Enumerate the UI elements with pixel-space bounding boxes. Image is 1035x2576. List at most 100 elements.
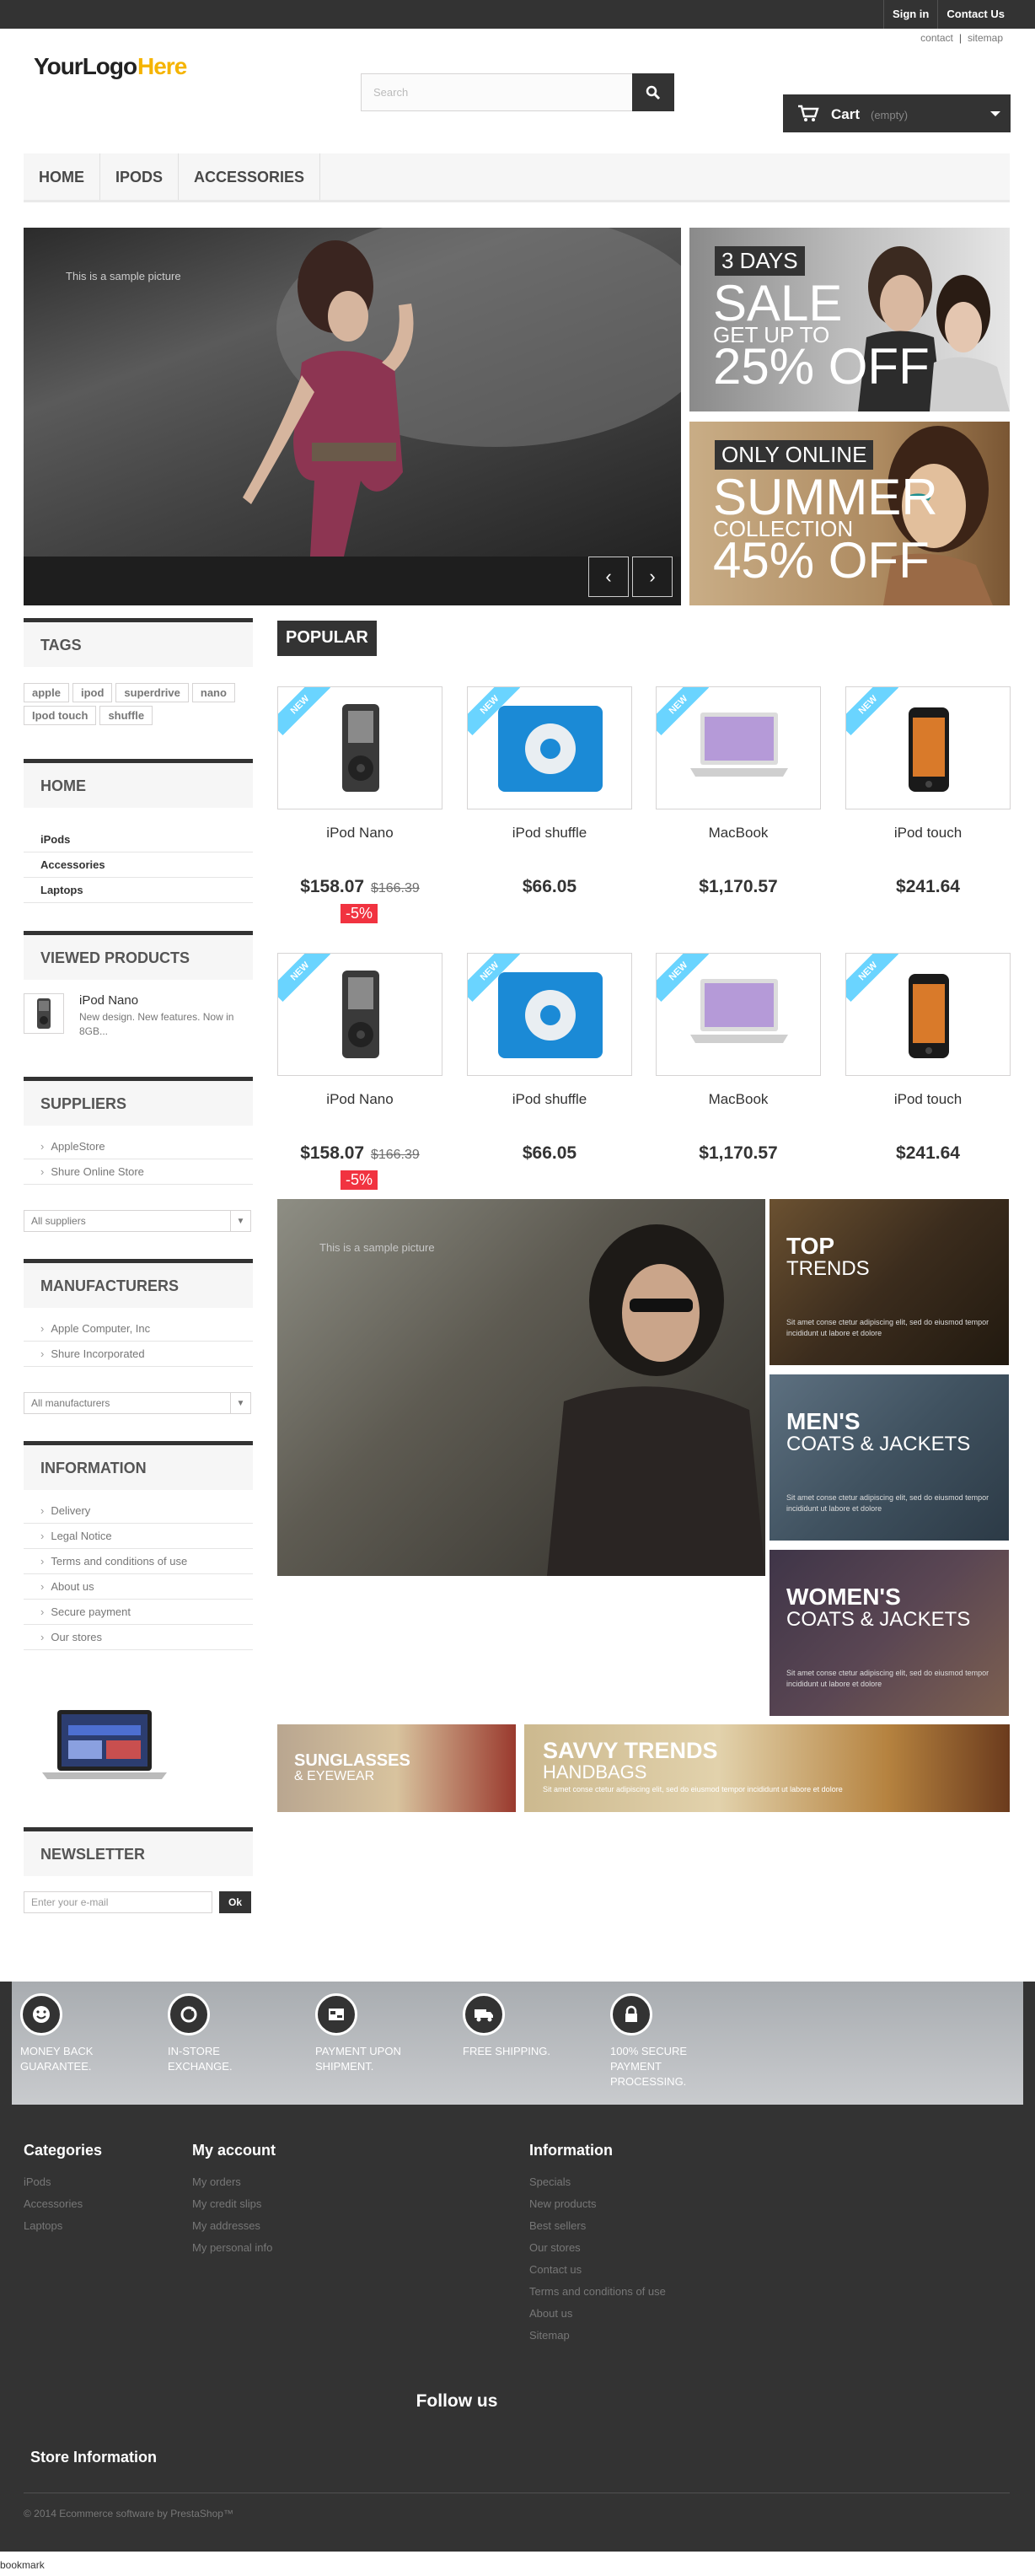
footer-link[interactable]: My addresses [192,2215,361,2237]
tab-popular[interactable]: POPULAR [277,621,377,656]
footer-link[interactable]: Terms and conditions of use [529,2281,673,2303]
product-image[interactable]: NEW [277,953,442,1076]
newsletter-submit-button[interactable]: Ok [219,1891,251,1913]
tag-link[interactable]: Ipod touch [24,706,97,725]
featured-banner[interactable]: This is a sample picture [277,1199,765,1576]
banner-handbags[interactable]: SAVVY TRENDS HANDBAGS Sit amet conse cte… [524,1724,1010,1812]
sitemap-link[interactable]: sitemap [968,32,1003,44]
footer-link[interactable]: Accessories [24,2193,175,2215]
contact-us-link[interactable]: Contact Us [937,0,1013,29]
banner-sunglasses[interactable]: SUNGLASSES & EYEWEAR [277,1724,516,1812]
footer-link[interactable]: New products [529,2193,673,2215]
footer-link[interactable]: My personal info [192,2237,361,2259]
footer-info-title: Information [529,2142,613,2159]
suppliers-block-title[interactable]: SUPPLIERS [24,1077,253,1126]
supplier-link[interactable]: AppleStore [24,1134,253,1159]
footer-link[interactable]: Sitemap [529,2325,673,2347]
menu-item-home[interactable]: HOME [24,153,100,200]
tag-link[interactable]: superdrive [115,683,189,702]
reassurance-label: MONEY BACK GUARANTEE. [20,2045,94,2073]
search-input[interactable]: Search [373,86,408,99]
product-image[interactable]: NEW [845,686,1011,809]
viewed-product-thumb[interactable] [24,993,64,1034]
home-block-title[interactable]: HOME [24,759,253,808]
category-link-ipods[interactable]: iPods [24,827,253,852]
product-name[interactable]: MacBook [656,825,821,842]
product-price: $241.64 [845,877,1011,897]
banner-top-trends[interactable]: TOP TRENDS Sit amet conse ctetur adipisc… [770,1199,1009,1365]
banner-mens-coats[interactable]: MEN'S COATS & JACKETS Sit amet conse cte… [770,1374,1009,1541]
product-card[interactable]: NEW iPod touch $241.64 [845,686,1011,931]
info-link[interactable]: Our stores [24,1625,253,1650]
product-image[interactable]: NEW [277,686,442,809]
product-name[interactable]: iPod Nano [277,825,442,842]
contact-link[interactable]: contact [920,32,953,44]
info-link[interactable]: Secure payment [24,1600,253,1625]
footer-link[interactable]: Best sellers [529,2215,673,2237]
product-card[interactable]: NEW iPod Nano $158.07 $166.39 -5% [277,953,442,1197]
search-button[interactable] [632,73,674,111]
product-price: $66.05 [467,877,632,897]
promo-banner-summer[interactable]: ONLY ONLINE SUMMER COLLECTION 45% OFF [689,422,1010,605]
footer-link[interactable]: Laptops [24,2215,175,2237]
footer-link[interactable]: My credit slips [192,2193,361,2215]
product-image[interactable]: NEW [656,686,821,809]
manufacturer-link[interactable]: Shure Incorporated [24,1342,253,1367]
product-name[interactable]: iPod shuffle [467,1091,632,1108]
product-image[interactable]: NEW [845,953,1011,1076]
footer-link[interactable]: Specials [529,2171,673,2193]
product-name[interactable]: iPod touch [845,1091,1011,1108]
product-card[interactable]: NEW iPod shuffle $66.05 [467,953,632,1197]
banner-womens-coats[interactable]: WOMEN'S COATS & JACKETS Sit amet conse c… [770,1550,1009,1716]
viewed-product[interactable]: iPod Nano New design. New features. Now … [24,993,253,1044]
product-name[interactable]: iPod touch [845,825,1011,842]
newsletter-email-input[interactable]: Enter your e-mail [24,1891,212,1913]
menu-item-ipods[interactable]: IPODS [100,153,180,200]
product-card[interactable]: NEW iPod touch $241.64 [845,953,1011,1197]
slider-next-button[interactable]: › [632,557,673,597]
footer-link[interactable]: My orders [192,2171,361,2193]
search-box[interactable]: Search [361,73,674,111]
product-card[interactable]: NEW iPod shuffle $66.05 [467,686,632,931]
logo[interactable]: YourLogo Here [32,47,192,86]
info-link[interactable]: About us [24,1574,253,1600]
signin-link[interactable]: Sign in [883,0,937,29]
info-link[interactable]: Delivery [24,1498,253,1524]
category-link-laptops[interactable]: Laptops [24,878,253,903]
product-name[interactable]: iPod Nano [277,1091,442,1108]
cart-button[interactable]: Cart (empty) [783,94,1011,132]
product-image[interactable]: NEW [467,686,632,809]
manufacturer-link[interactable]: Apple Computer, Inc [24,1316,253,1342]
product-card[interactable]: NEW MacBook $1,170.57 [656,953,821,1197]
supplier-link[interactable]: Shure Online Store [24,1159,253,1185]
reassurance-label: PAYMENT UPON SHIPMENT. [315,2045,401,2073]
product-name[interactable]: iPod shuffle [467,825,632,842]
advertising-block[interactable] [39,1707,170,1783]
category-link-accessories[interactable]: Accessories [24,852,253,878]
tag-link[interactable]: ipod [72,683,113,702]
footer-link[interactable]: About us [529,2303,673,2325]
follow-us-title: Follow us [416,2391,498,2411]
product-card[interactable]: NEW iPod Nano $158.07 $166.39 -5% [277,686,442,931]
slider-prev-button[interactable]: ‹ [588,557,629,597]
suppliers-select[interactable]: All suppliers ▼ [24,1210,251,1232]
menu-item-accessories[interactable]: ACCESSORIES [179,153,321,200]
tag-link[interactable]: apple [24,683,69,702]
product-name[interactable]: MacBook [656,1091,821,1108]
tag-link[interactable]: shuffle [99,706,153,725]
promo-banner-sale[interactable]: 3 DAYS SALE GET UP TO 25% OFF [689,228,1010,411]
footer-link[interactable]: Contact us [529,2259,673,2281]
info-link[interactable]: Terms and conditions of use [24,1549,253,1574]
product-card[interactable]: NEW MacBook $1,170.57 [656,686,821,931]
viewed-product-name[interactable]: iPod Nano [79,993,138,1008]
footer-account-title[interactable]: My account [192,2142,361,2159]
copyright-text[interactable]: © 2014 Ecommerce software by PrestaShop™ [24,2508,233,2520]
info-link[interactable]: Legal Notice [24,1524,253,1549]
footer-link[interactable]: Our stores [529,2237,673,2259]
manufacturers-block-title[interactable]: MANUFACTURERS [24,1259,253,1308]
product-image[interactable]: NEW [656,953,821,1076]
tag-link[interactable]: nano [191,683,235,702]
footer-link[interactable]: iPods [24,2171,175,2193]
manufacturers-select[interactable]: All manufacturers ▼ [24,1392,251,1414]
product-image[interactable]: NEW [467,953,632,1076]
